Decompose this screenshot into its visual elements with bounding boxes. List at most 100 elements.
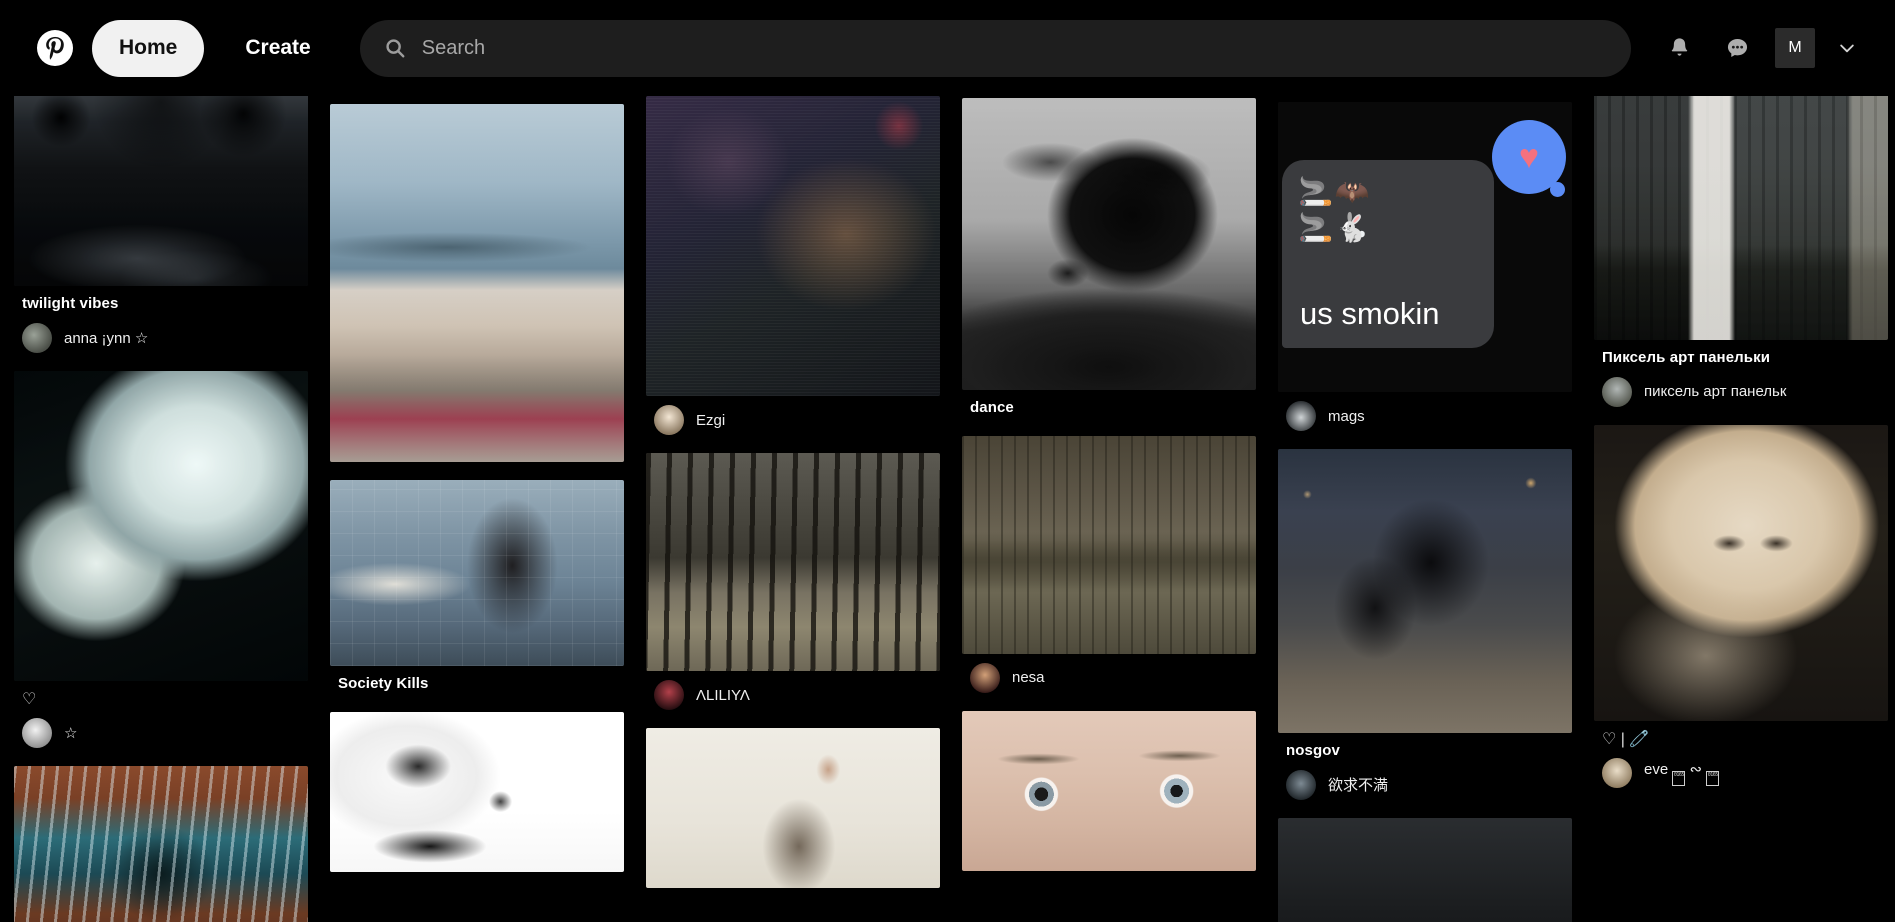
search-input[interactable] <box>421 36 1609 60</box>
nav-create-label: Create <box>245 36 311 59</box>
user-avatar-initial: M <box>1788 39 1802 56</box>
author-avatar[interactable] <box>1286 401 1316 431</box>
heart-icon: ♥ <box>1518 138 1540 176</box>
pin-author-row[interactable]: mags <box>1286 401 1572 431</box>
pin-image[interactable] <box>1278 817 1572 922</box>
pin-image[interactable] <box>14 765 308 922</box>
pin-column: dance nesa <box>962 98 1256 889</box>
pin-artwork <box>1594 424 1888 721</box>
author-avatar[interactable] <box>22 717 52 748</box>
pin-card[interactable]: ♡ ☆ <box>14 370 308 748</box>
pin-image[interactable] <box>962 710 1256 871</box>
pin-image[interactable]: 🚬🦇 🚬🐇 us smokin ♥ <box>1278 102 1572 392</box>
pin-card[interactable]: Society Kills <box>330 480 624 694</box>
pin-author-row[interactable]: eve 0165 ∾ 0165 <box>1602 757 1888 788</box>
author-name: ΛLILIΥΛ <box>696 686 750 704</box>
pin-artwork <box>646 96 940 396</box>
author-avatar[interactable] <box>22 322 52 353</box>
pin-title: dance <box>970 399 1014 416</box>
pin-title: nosgov <box>1286 742 1340 759</box>
pin-artwork <box>962 435 1256 654</box>
author-avatar[interactable] <box>654 405 684 435</box>
messages-icon[interactable] <box>1711 22 1763 74</box>
nav-create-button[interactable]: Create <box>218 20 337 77</box>
pin-card[interactable]: twilight vibes anna ¡ynn ☆ <box>14 96 308 353</box>
pin-title: Society Kills <box>338 675 429 692</box>
pinterest-logo[interactable] <box>32 25 78 71</box>
pin-image[interactable] <box>646 453 940 671</box>
pin-card[interactable] <box>646 728 940 888</box>
pin-artwork <box>646 728 940 888</box>
pin-column: 🚬🦇 🚬🐇 us smokin ♥ mags nosgov 欲求不満 <box>1278 102 1572 922</box>
user-avatar[interactable]: M <box>1775 28 1815 68</box>
pin-image[interactable] <box>14 370 308 681</box>
pin-card[interactable]: 🚬🦇 🚬🐇 us smokin ♥ mags <box>1278 102 1572 431</box>
pin-artwork <box>646 453 940 671</box>
missing-glyph-box: 0165 <box>1672 770 1686 786</box>
pin-artwork <box>14 370 308 681</box>
pin-image[interactable] <box>330 104 624 462</box>
pin-image[interactable] <box>646 728 940 888</box>
pin-author-row[interactable]: Ezgi <box>654 405 940 435</box>
pin-card[interactable]: ♡ | 🧷 eve 0165 ∾ 0165 <box>1594 424 1888 788</box>
pin-column: Society Kills <box>330 104 624 890</box>
pin-card[interactable]: ΛLILIΥΛ <box>646 453 940 710</box>
pin-card[interactable] <box>14 765 308 922</box>
pin-artwork <box>14 96 308 286</box>
pin-card[interactable]: dance <box>962 98 1256 418</box>
pin-card[interactable]: Ezgi <box>646 96 940 435</box>
pin-artwork <box>962 98 1256 390</box>
author-name: Ezgi <box>696 411 726 429</box>
pin-card[interactable] <box>330 104 624 462</box>
pin-image[interactable] <box>962 435 1256 654</box>
pin-artwork <box>1278 817 1572 922</box>
pin-image[interactable] <box>1594 424 1888 721</box>
pin-image[interactable] <box>330 480 624 666</box>
author-name: eve 0165 ∾ 0165 <box>1644 760 1720 786</box>
message-bubble: 🚬🦇 🚬🐇 us smokin <box>1282 160 1494 348</box>
author-avatar[interactable] <box>1286 769 1316 800</box>
author-avatar[interactable] <box>654 680 684 710</box>
pin-card[interactable] <box>1278 817 1572 922</box>
pin-image[interactable] <box>1594 96 1888 340</box>
pin-card[interactable]: nosgov 欲求不満 <box>1278 449 1572 800</box>
pin-image[interactable] <box>646 96 940 396</box>
pin-reaction-icons[interactable]: ♡ <box>22 689 308 709</box>
author-name: nesa <box>1012 669 1045 687</box>
pin-card[interactable]: nesa <box>962 435 1256 693</box>
heart-reaction-bubble: ♥ <box>1492 120 1566 197</box>
pin-author-row[interactable]: anna ¡ynn ☆ <box>22 322 308 353</box>
notifications-bell-icon[interactable] <box>1653 22 1705 74</box>
nav-home-label: Home <box>119 36 178 59</box>
pin-title: twilight vibes <box>22 295 119 312</box>
search-bar[interactable] <box>359 19 1631 77</box>
bubble-emoji: 🚬🦇 🚬🐇 <box>1298 175 1372 244</box>
pin-card[interactable] <box>330 711 624 872</box>
pin-image[interactable] <box>962 98 1256 390</box>
pin-artwork <box>14 765 308 922</box>
pin-author-row[interactable]: пиксель арт панельк <box>1602 376 1888 407</box>
pin-author-row[interactable]: 欲求不満 <box>1286 769 1572 800</box>
author-name: mags <box>1328 407 1365 425</box>
author-avatar[interactable] <box>1602 757 1632 788</box>
pin-image[interactable] <box>1278 449 1572 733</box>
author-avatar[interactable] <box>970 662 1000 693</box>
pin-image[interactable] <box>330 711 624 872</box>
pin-card[interactable]: Пиксель арт панельки пиксель арт панельк <box>1594 96 1888 407</box>
author-name: пиксель арт панельк <box>1644 383 1787 401</box>
pin-feed[interactable]: twilight vibes anna ¡ynn ☆ ♡ ☆ Society Kills… <box>0 96 1895 922</box>
pin-column: Пиксель арт панельки пиксель арт панельк ♡… <box>1594 96 1888 806</box>
pin-image[interactable] <box>14 96 308 286</box>
pin-author-row[interactable]: ☆ <box>22 717 308 748</box>
search-icon <box>382 37 408 59</box>
author-avatar[interactable] <box>1602 376 1632 407</box>
author-name: anna ¡ynn ☆ <box>64 329 149 347</box>
pin-column: Ezgi ΛLILIΥΛ <box>646 96 940 906</box>
pin-author-row[interactable]: nesa <box>970 662 1256 693</box>
chevron-down-icon[interactable] <box>1827 26 1867 70</box>
nav-home-button[interactable]: Home <box>92 19 205 77</box>
pin-author-row[interactable]: ΛLILIΥΛ <box>654 680 940 710</box>
pin-artwork <box>330 711 624 872</box>
pin-card[interactable] <box>962 710 1256 871</box>
pin-reaction-icons[interactable]: ♡ | 🧷 <box>1602 729 1888 749</box>
